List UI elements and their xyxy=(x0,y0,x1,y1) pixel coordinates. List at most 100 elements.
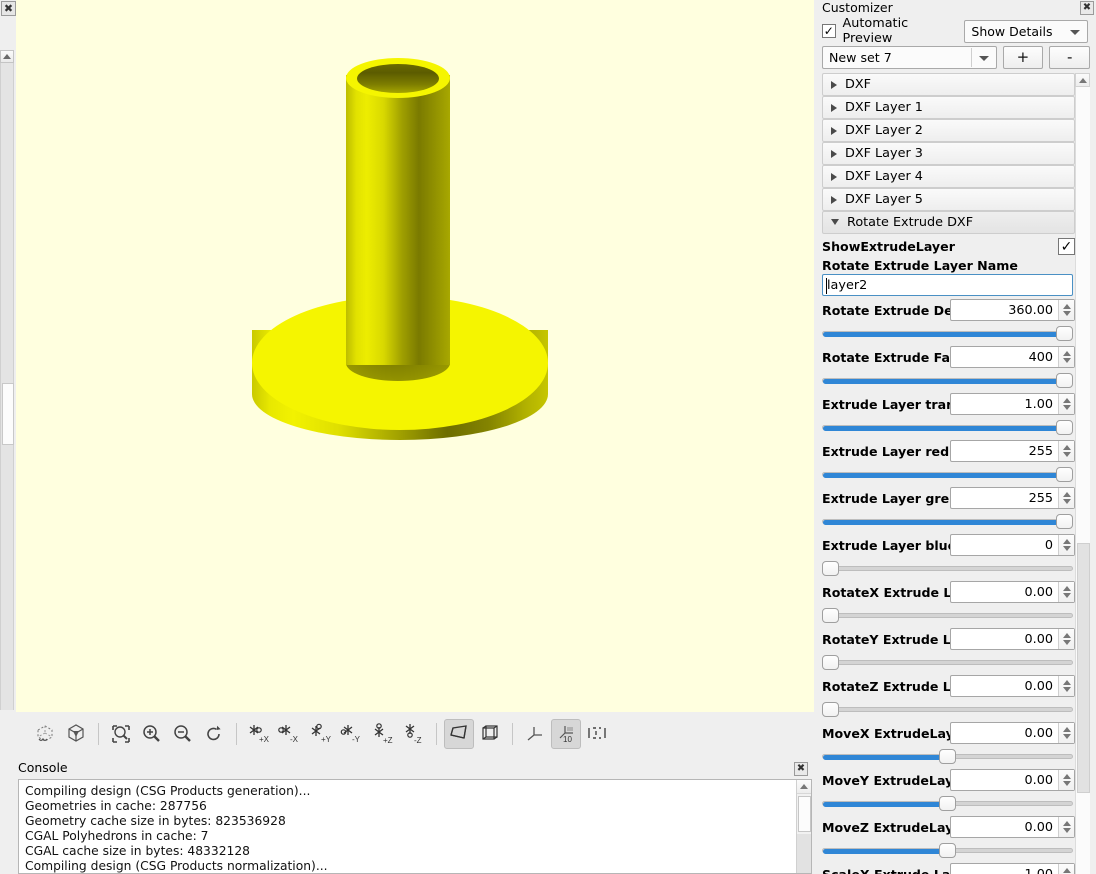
left-pane-close-icon[interactable]: ✖ xyxy=(1,1,16,16)
movex-extrudelay-spinbox[interactable]: 0.00 xyxy=(950,722,1075,744)
scalex-extrude-la-stepper[interactable] xyxy=(1058,864,1074,874)
group-header-dxf[interactable]: DXF xyxy=(822,73,1075,96)
parameter-scroll-up-icon[interactable] xyxy=(1075,73,1090,87)
rotate-extrude-fa-spinbox[interactable]: 400 xyxy=(950,346,1075,368)
movey-extrudelay-slider[interactable] xyxy=(822,794,1073,812)
spin-down-icon[interactable] xyxy=(1062,358,1071,363)
movez-extrudelay-slider[interactable] xyxy=(822,841,1073,859)
show-crosshairs-icon[interactable] xyxy=(582,719,612,749)
spin-up-icon[interactable] xyxy=(1062,492,1071,497)
extrude-layer-trar-stepper[interactable] xyxy=(1058,394,1074,414)
extrude-layer-red-spinbox[interactable]: 255 xyxy=(950,440,1075,462)
view-bottom-icon[interactable]: -Z xyxy=(399,719,429,749)
console-scrollbar-thumb[interactable] xyxy=(798,796,811,832)
extrude-layer-gre-slider[interactable] xyxy=(822,512,1073,530)
extrude-layer-red-slider[interactable] xyxy=(822,465,1073,483)
show-details-select[interactable]: Show Details xyxy=(964,19,1088,43)
render-cgal-icon[interactable] xyxy=(61,719,91,749)
spin-down-icon[interactable] xyxy=(1062,734,1071,739)
rotatey-extrude-l-slider[interactable] xyxy=(822,653,1073,671)
group-header-rotate-extrude-dxf[interactable]: Rotate Extrude DXF xyxy=(822,211,1075,234)
zoom-fit-icon[interactable] xyxy=(106,719,136,749)
spin-up-icon[interactable] xyxy=(1062,539,1071,544)
scrollbar-thumb[interactable] xyxy=(2,383,14,445)
add-parameter-set-button[interactable]: + xyxy=(1002,45,1044,69)
movex-extrudelay-slider[interactable] xyxy=(822,747,1073,765)
console-output[interactable]: Compiling design (CSG Products generatio… xyxy=(18,779,812,874)
render-preview-icon[interactable] xyxy=(30,719,60,749)
spin-down-icon[interactable] xyxy=(1062,452,1071,457)
slider-handle[interactable] xyxy=(822,607,839,623)
extrude-layer-gre-stepper[interactable] xyxy=(1058,488,1074,508)
spin-up-icon[interactable] xyxy=(1062,586,1071,591)
remove-parameter-set-button[interactable]: - xyxy=(1049,45,1091,69)
showextrudelayer-checkbox[interactable]: ✓ xyxy=(1058,238,1075,255)
spin-up-icon[interactable] xyxy=(1062,680,1071,685)
spin-down-icon[interactable] xyxy=(1062,828,1071,833)
slider-handle[interactable] xyxy=(1056,372,1073,388)
spin-up-icon[interactable] xyxy=(1062,774,1071,779)
group-header-dxf-layer-5[interactable]: DXF Layer 5 xyxy=(822,188,1075,211)
spin-up-icon[interactable] xyxy=(1062,398,1071,403)
rotate-extrude-de-stepper[interactable] xyxy=(1058,300,1074,320)
rotatey-extrude-l-stepper[interactable] xyxy=(1058,629,1074,649)
slider-handle[interactable] xyxy=(939,795,956,811)
perspective-icon[interactable] xyxy=(444,719,474,749)
view-right-icon[interactable]: +X xyxy=(244,719,274,749)
spin-up-icon[interactable] xyxy=(1062,633,1071,638)
scrollbar-track[interactable] xyxy=(0,63,14,710)
slider-handle[interactable] xyxy=(1056,325,1073,341)
console-scrollbar-track[interactable] xyxy=(797,834,811,873)
view-front-icon[interactable]: -Y xyxy=(337,719,367,749)
rotate-extrude-de-spinbox[interactable]: 360.00 xyxy=(950,299,1075,321)
automatic-preview-checkbox[interactable]: ✓ xyxy=(822,24,836,38)
extrude-layer-blue-stepper[interactable] xyxy=(1058,535,1074,555)
rotatez-extrude-l-spinbox[interactable]: 0.00 xyxy=(950,675,1075,697)
rotate-extrude-de-slider[interactable] xyxy=(822,324,1073,342)
spin-down-icon[interactable] xyxy=(1062,687,1071,692)
orthogonal-icon[interactable] xyxy=(475,719,505,749)
rotatey-extrude-l-spinbox[interactable]: 0.00 xyxy=(950,628,1075,650)
slider-handle[interactable] xyxy=(1056,419,1073,435)
scroll-up-icon[interactable] xyxy=(0,50,14,63)
show-axes-icon[interactable] xyxy=(520,719,550,749)
view-top-icon[interactable]: +Z xyxy=(368,719,398,749)
movez-extrudelay-stepper[interactable] xyxy=(1058,817,1074,837)
extrude-layer-blue-slider[interactable] xyxy=(822,559,1073,577)
customizer-close-icon[interactable]: ✖ xyxy=(1080,1,1094,15)
parameter-scrollbar[interactable] xyxy=(1075,73,1090,874)
spin-up-icon[interactable] xyxy=(1062,727,1071,732)
rotatex-extrude-l-stepper[interactable] xyxy=(1058,582,1074,602)
spin-up-icon[interactable] xyxy=(1062,445,1071,450)
rotatez-extrude-l-slider[interactable] xyxy=(822,700,1073,718)
rotate-extrude-fa-stepper[interactable] xyxy=(1058,347,1074,367)
spin-down-icon[interactable] xyxy=(1062,546,1071,551)
spin-up-icon[interactable] xyxy=(1062,304,1071,309)
spin-down-icon[interactable] xyxy=(1062,640,1071,645)
spin-down-icon[interactable] xyxy=(1062,781,1071,786)
movey-extrudelay-spinbox[interactable]: 0.00 xyxy=(950,769,1075,791)
extrude-layer-gre-spinbox[interactable]: 255 xyxy=(950,487,1075,509)
rotate-extrude-layer-name-input[interactable]: layer2 xyxy=(822,274,1073,296)
editor-scrollbar[interactable] xyxy=(0,50,14,710)
view-left-icon[interactable]: -X xyxy=(275,719,305,749)
3d-viewport[interactable] xyxy=(16,0,814,712)
slider-handle[interactable] xyxy=(939,748,956,764)
slider-handle[interactable] xyxy=(822,701,839,717)
parameter-scrollbar-thumb[interactable] xyxy=(1077,543,1090,793)
rotatez-extrude-l-stepper[interactable] xyxy=(1058,676,1074,696)
zoom-in-icon[interactable] xyxy=(137,719,167,749)
group-header-dxf-layer-3[interactable]: DXF Layer 3 xyxy=(822,142,1075,165)
zoom-out-icon[interactable] xyxy=(168,719,198,749)
spin-down-icon[interactable] xyxy=(1062,499,1071,504)
spin-down-icon[interactable] xyxy=(1062,405,1071,410)
console-scrollbar[interactable] xyxy=(796,780,811,873)
extrude-layer-blue-spinbox[interactable]: 0 xyxy=(950,534,1075,556)
group-header-dxf-layer-4[interactable]: DXF Layer 4 xyxy=(822,165,1075,188)
show-scale-markers-icon[interactable]: 10 xyxy=(551,719,581,749)
spin-up-icon[interactable] xyxy=(1062,351,1071,356)
spin-down-icon[interactable] xyxy=(1062,593,1071,598)
rotatex-extrude-l-spinbox[interactable]: 0.00 xyxy=(950,581,1075,603)
reset-view-icon[interactable] xyxy=(199,719,229,749)
movez-extrudelay-spinbox[interactable]: 0.00 xyxy=(950,816,1075,838)
